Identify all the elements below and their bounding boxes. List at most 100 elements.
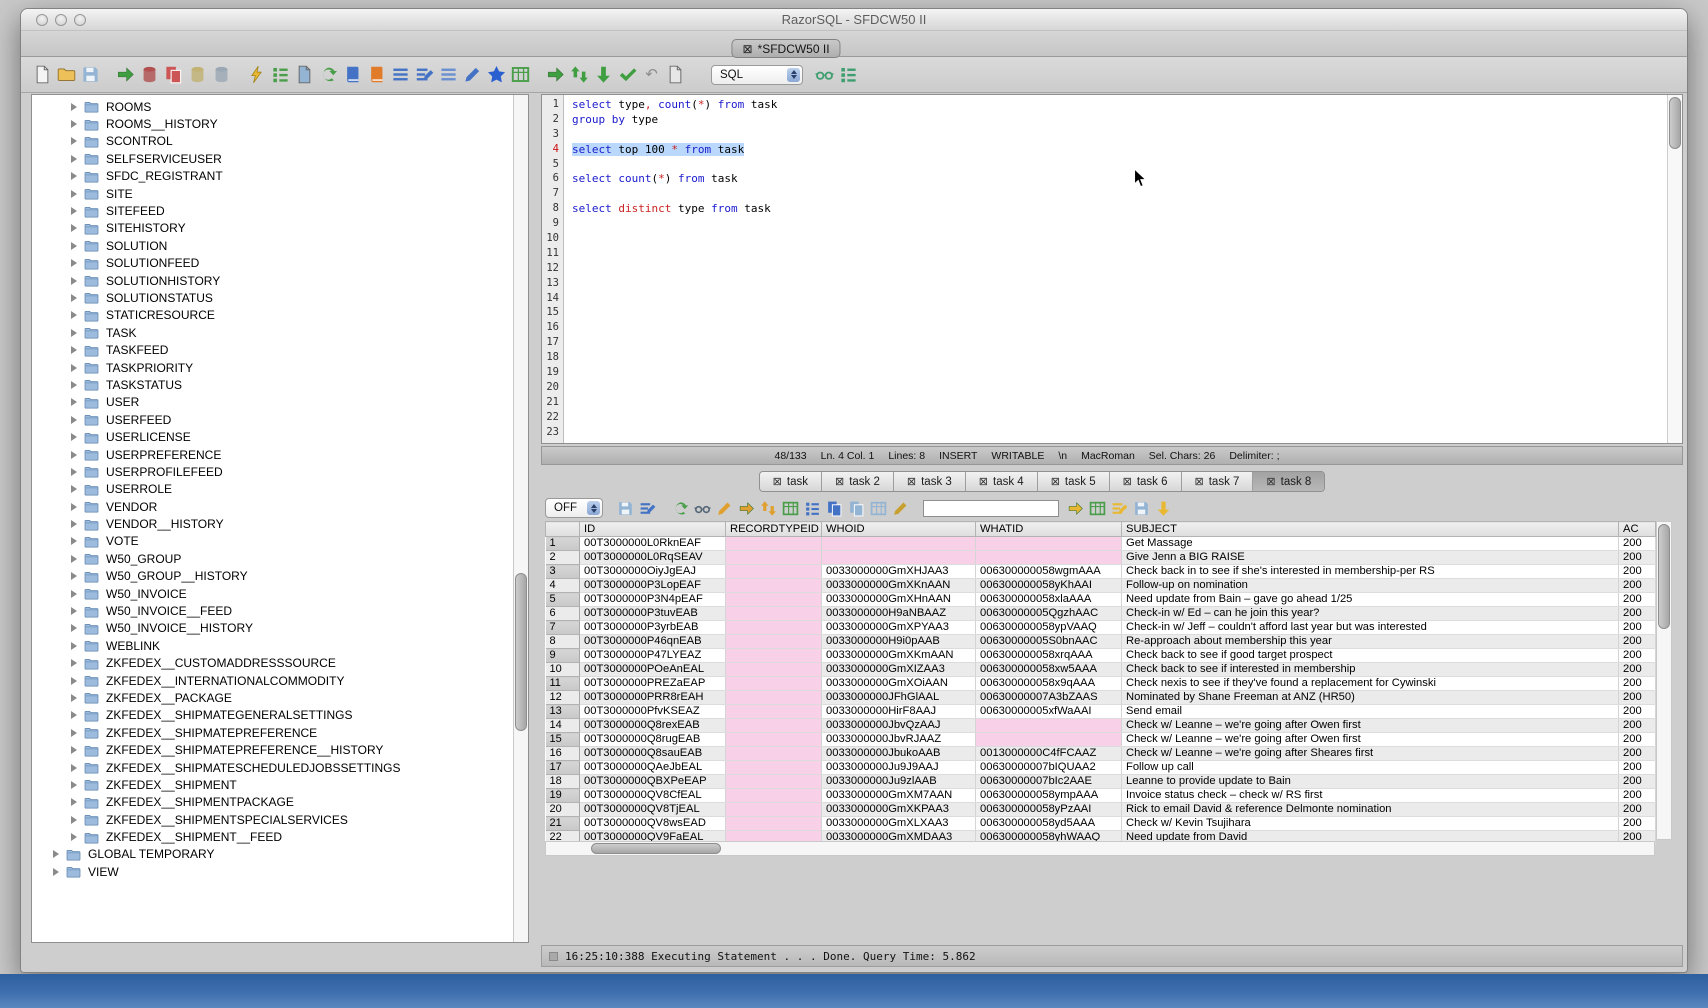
grid-vertical-scrollbar[interactable] — [1656, 521, 1672, 840]
cell-whoid[interactable]: 0033000000GmXKmAAN — [822, 649, 976, 663]
cell-whatid[interactable]: 00630000005xfWaAAI — [976, 705, 1122, 719]
result-tab-task-7[interactable]: ⊠task 7 — [1182, 472, 1254, 491]
cell-whatid[interactable]: 006300000058ypVAAQ — [976, 621, 1122, 635]
cell-whoid[interactable]: 0033000000JFhGlAAL — [822, 691, 976, 705]
tree-item-vendor-history[interactable]: VENDOR__HISTORY — [32, 515, 512, 532]
row-number-cell[interactable]: 12 — [546, 691, 580, 705]
cell-recordtypeid[interactable] — [726, 551, 822, 565]
disclosure-triangle-icon[interactable] — [53, 850, 59, 858]
cell-whoid[interactable]: 0033000000GmXOiAAN — [822, 677, 976, 691]
cell-whoid[interactable]: 0033000000GmXHnAAN — [822, 593, 976, 607]
cell-whoid[interactable]: 0033000000JbukoAAB — [822, 747, 976, 761]
cell-whatid[interactable] — [976, 551, 1122, 565]
code-line[interactable] — [572, 262, 1666, 277]
log-icon[interactable] — [666, 65, 685, 84]
cell-id[interactable]: 00T3000000QV8wsEAD — [580, 817, 726, 831]
refresh-results-icon[interactable] — [672, 500, 689, 517]
cell-whatid[interactable]: 00630000005S0bnAAC — [976, 635, 1122, 649]
tree-item-solution[interactable]: SOLUTION — [32, 237, 512, 254]
cell-whatid[interactable]: 006300000058wgmAAA — [976, 565, 1122, 579]
tree-item-vendor[interactable]: VENDOR — [32, 498, 512, 515]
disclosure-triangle-icon[interactable] — [71, 155, 77, 163]
cell-whoid[interactable] — [822, 551, 976, 565]
disclosure-triangle-icon[interactable] — [71, 572, 77, 580]
result-tab-task-6[interactable]: ⊠task 6 — [1110, 472, 1182, 491]
cell-ac[interactable]: 200 — [1619, 635, 1656, 649]
commit-icon[interactable] — [618, 65, 637, 84]
row-number-cell[interactable]: 17 — [546, 761, 580, 775]
grid-vscroll-thumb[interactable] — [1658, 524, 1670, 629]
table-row[interactable]: 1100T3000000PREZaEAP0033000000GmXOiAAN00… — [546, 677, 1656, 691]
tree-item-view[interactable]: VIEW — [32, 863, 512, 880]
tree-item-solutionfeed[interactable]: SOLUTIONFEED — [32, 255, 512, 272]
editor-scrollbar-thumb[interactable] — [1669, 97, 1681, 149]
table-row[interactable]: 1200T3000000PRR8rEAH0033000000JFhGlAAL00… — [546, 691, 1656, 705]
row-number-cell[interactable]: 8 — [546, 635, 580, 649]
cell-recordtypeid[interactable] — [726, 803, 822, 817]
disclosure-triangle-icon[interactable] — [71, 659, 77, 667]
table-row[interactable]: 700T3000000P3yrbEAB0033000000GmXPYAA3006… — [546, 621, 1656, 635]
column-header-id[interactable]: ID — [580, 522, 726, 537]
cell-subject[interactable]: Check back to see if good target prospec… — [1122, 649, 1619, 663]
result-tab-task-5[interactable]: ⊠task 5 — [1038, 472, 1110, 491]
quotes-icon[interactable] — [815, 65, 834, 84]
cell-whatid[interactable]: 00630000007bIQUAA2 — [976, 761, 1122, 775]
results-search-input[interactable] — [923, 500, 1059, 517]
code-line[interactable] — [572, 366, 1666, 381]
tree-item-rooms[interactable]: ROOMS — [32, 98, 512, 115]
cell-ac[interactable]: 200 — [1619, 537, 1656, 551]
cell-id[interactable]: 00T3000000PfvKSEAZ — [580, 705, 726, 719]
row-number-cell[interactable]: 6 — [546, 607, 580, 621]
tree-item-user[interactable]: USER — [32, 394, 512, 411]
code-line[interactable] — [572, 426, 1666, 441]
tree-item-zkfedex-shipmentspecialservices[interactable]: ZKFEDEX__SHIPMENTSPECIALSERVICES — [32, 811, 512, 828]
cell-id[interactable]: 00T3000000QBXPeEAP — [580, 775, 726, 789]
result-tab-task[interactable]: ⊠task — [760, 472, 822, 491]
disclosure-triangle-icon[interactable] — [71, 833, 77, 841]
cell-ac[interactable]: 200 — [1619, 621, 1656, 635]
disclosure-triangle-icon[interactable] — [71, 398, 77, 406]
cell-subject[interactable]: Rick to email David & reference Delmonte… — [1122, 803, 1619, 817]
cell-whatid[interactable]: 006300000058x9qAAA — [976, 677, 1122, 691]
tree-item-vote[interactable]: VOTE — [32, 533, 512, 550]
cell-whoid[interactable] — [822, 537, 976, 551]
tree-item-w50-group[interactable]: W50_GROUP — [32, 550, 512, 567]
close-result-tab-icon[interactable]: ⊠ — [907, 475, 916, 488]
code-line[interactable] — [572, 321, 1666, 336]
disclosure-triangle-icon[interactable] — [71, 294, 77, 302]
fetch-more-icon[interactable] — [1155, 500, 1172, 517]
cell-subject[interactable]: Check-in w/ Jeff – couldn't afford last … — [1122, 621, 1619, 635]
cell-whoid[interactable]: 0033000000H9aNBAAZ — [822, 607, 976, 621]
cell-whoid[interactable]: 0033000000JbvRJAAZ — [822, 733, 976, 747]
result-tab-task-4[interactable]: ⊠task 4 — [966, 472, 1038, 491]
disclosure-triangle-icon[interactable] — [71, 485, 77, 493]
code-line[interactable]: select top 100 * from task — [572, 143, 1666, 158]
grid-horizontal-scrollbar[interactable] — [545, 841, 1655, 856]
column-header-whoid[interactable]: WHOID — [822, 522, 976, 537]
disclosure-triangle-icon[interactable] — [71, 207, 77, 215]
document-tab[interactable]: ⊠ *SFDCW50 II — [731, 39, 840, 58]
disclosure-triangle-icon[interactable] — [71, 816, 77, 824]
tree-item-zkfedex-shipment[interactable]: ZKFEDEX__SHIPMENT — [32, 776, 512, 793]
cell-ac[interactable]: 200 — [1619, 747, 1656, 761]
disconnect-icon[interactable] — [140, 65, 159, 84]
row-number-cell[interactable]: 1 — [546, 537, 580, 551]
row-number-cell[interactable]: 2 — [546, 551, 580, 565]
disclosure-triangle-icon[interactable] — [71, 137, 77, 145]
disclosure-triangle-icon[interactable] — [71, 555, 77, 563]
cell-id[interactable]: 00T3000000Q8sauEAB — [580, 747, 726, 761]
go-icon[interactable] — [546, 65, 565, 84]
cell-whatid[interactable]: 006300000058yPzAAI — [976, 803, 1122, 817]
cell-whoid[interactable]: 0033000000Ju9J9AAJ — [822, 761, 976, 775]
tree-item-userlicense[interactable]: USERLICENSE — [32, 428, 512, 445]
result-tab-task-8[interactable]: ⊠task 8 — [1253, 472, 1324, 491]
code-line[interactable] — [572, 292, 1666, 307]
cell-whatid[interactable]: 006300000058xrqAAA — [976, 649, 1122, 663]
cell-subject[interactable]: Follow up call — [1122, 761, 1619, 775]
code-line[interactable] — [572, 396, 1666, 411]
cell-subject[interactable]: Get Massage — [1122, 537, 1619, 551]
cell-id[interactable]: 00T3000000Q8rexEAB — [580, 719, 726, 733]
cell-subject[interactable]: Leanne to provide update to Bain — [1122, 775, 1619, 789]
save-changes-icon[interactable] — [1133, 500, 1150, 517]
table-refresh-icon[interactable] — [782, 500, 799, 517]
